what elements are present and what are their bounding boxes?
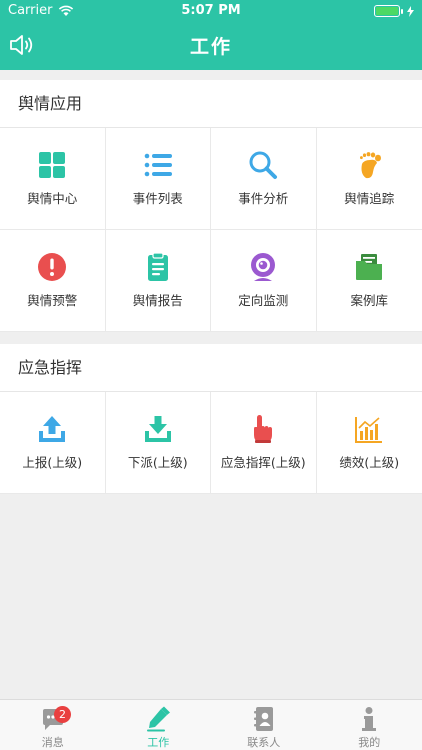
tab-label: 工作 bbox=[147, 736, 170, 749]
app-item-opinion-tracking[interactable]: 舆情追踪 bbox=[316, 128, 422, 230]
app-item-label: 舆情追踪 bbox=[344, 191, 395, 206]
app-item-event-analysis[interactable]: 事件分析 bbox=[211, 128, 317, 230]
tab-messages[interactable]: 2 消息 bbox=[0, 700, 106, 750]
tab-label: 联系人 bbox=[247, 736, 281, 749]
app-item-label: 下派(上级) bbox=[127, 455, 188, 470]
app-item-label: 定向监测 bbox=[238, 293, 289, 308]
app-item-targeted-monitoring[interactable]: 定向监测 bbox=[211, 230, 317, 332]
footprint-icon bbox=[360, 152, 382, 179]
app-grid: 上报(上级) 下派(上级) 应急指挥(上级) 绩效(上级) bbox=[0, 392, 422, 494]
alert-icon bbox=[38, 253, 67, 281]
battery-icon bbox=[374, 5, 400, 17]
info-person-icon bbox=[362, 707, 377, 731]
app-item-dispatch-down[interactable]: 下派(上级) bbox=[105, 392, 211, 494]
list-icon bbox=[144, 153, 172, 177]
nav-bar: 工作 bbox=[0, 22, 422, 70]
bar-chart-icon bbox=[355, 417, 383, 443]
app-item-label: 舆情中心 bbox=[27, 191, 78, 206]
app-item-label: 舆情预警 bbox=[27, 293, 78, 308]
app-item-label: 事件列表 bbox=[132, 191, 183, 206]
battery-indicator bbox=[374, 5, 414, 17]
app-item-case-library[interactable]: 案例库 bbox=[316, 230, 422, 332]
tab-mine[interactable]: 我的 bbox=[317, 700, 422, 750]
app-item-opinion-warning[interactable]: 舆情预警 bbox=[0, 230, 106, 332]
tab-bar: 2 消息 工作 联系人 我的 bbox=[0, 699, 422, 750]
app-item-label: 应急指挥(上级) bbox=[220, 455, 306, 470]
section-title: 应急指挥 bbox=[0, 344, 422, 392]
app-item-label: 绩效(上级) bbox=[339, 455, 400, 470]
status-bar: Carrier 5:07 PM bbox=[0, 0, 422, 22]
app-item-opinion-center[interactable]: 舆情中心 bbox=[0, 128, 106, 230]
download-icon bbox=[144, 416, 171, 442]
pointer-hand-icon bbox=[254, 415, 273, 443]
battery-cap bbox=[401, 8, 403, 14]
page-title: 工作 bbox=[189, 36, 232, 58]
tab-label: 我的 bbox=[358, 736, 381, 749]
app-item-emergency-command[interactable]: 应急指挥(上级) bbox=[211, 392, 317, 494]
app-item-report-up[interactable]: 上报(上级) bbox=[0, 392, 106, 494]
tab-work[interactable]: 工作 bbox=[106, 700, 212, 750]
app-item-label: 舆情报告 bbox=[132, 293, 183, 308]
top-bar: Carrier 5:07 PM 工作 bbox=[0, 0, 422, 70]
webcam-icon bbox=[251, 253, 276, 281]
section-public-opinion: 舆情应用 舆情中心 事件列表 事件分析 舆情追踪 舆情预警 舆情报告 定向监测 … bbox=[0, 80, 422, 332]
charging-bolt-icon bbox=[407, 5, 414, 17]
folder-icon bbox=[356, 254, 383, 280]
tab-contacts[interactable]: 联系人 bbox=[211, 700, 317, 750]
app-item-label: 上报(上级) bbox=[22, 455, 83, 470]
section-emergency-command: 应急指挥 上报(上级) 下派(上级) 应急指挥(上级) 绩效(上级) bbox=[0, 344, 422, 494]
app-item-event-list[interactable]: 事件列表 bbox=[105, 128, 211, 230]
app-item-label: 案例库 bbox=[350, 293, 388, 308]
upload-icon bbox=[39, 416, 66, 442]
app-item-opinion-report[interactable]: 舆情报告 bbox=[105, 230, 211, 332]
app-item-label: 事件分析 bbox=[238, 191, 289, 206]
section-title: 舆情应用 bbox=[0, 80, 422, 128]
unread-badge: 2 bbox=[54, 706, 71, 723]
contacts-icon bbox=[253, 707, 273, 731]
status-time: 5:07 PM bbox=[181, 3, 241, 18]
app-item-performance[interactable]: 绩效(上级) bbox=[316, 392, 422, 494]
clipboard-icon bbox=[147, 252, 168, 281]
tab-label: 消息 bbox=[41, 736, 64, 749]
app-grid: 舆情中心 事件列表 事件分析 舆情追踪 舆情预警 舆情报告 定向监测 案例库 bbox=[0, 128, 422, 332]
grid-icon bbox=[39, 152, 66, 178]
pen-icon bbox=[147, 706, 171, 732]
magnifier-icon bbox=[249, 151, 278, 179]
